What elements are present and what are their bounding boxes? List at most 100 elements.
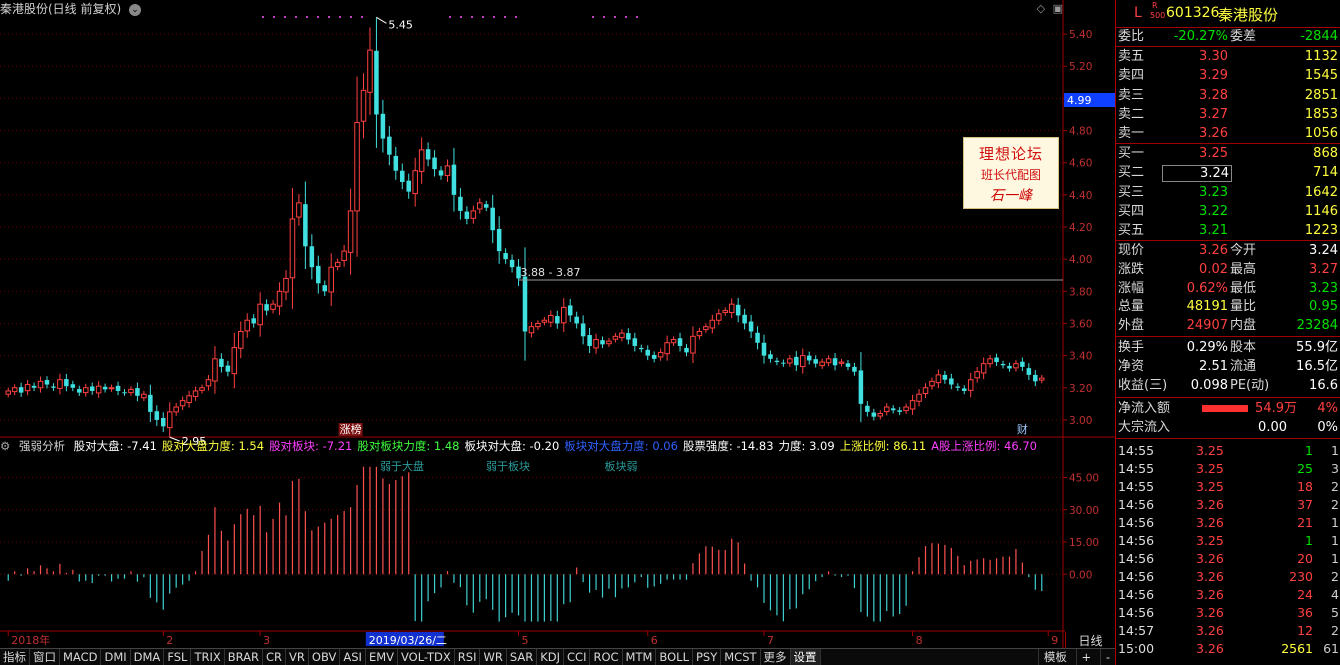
bid-row-0[interactable]: 买一 3.25 868 (1116, 145, 1340, 163)
toolbar-item-15[interactable]: WR (480, 649, 507, 665)
ask-row-3[interactable]: 卖二 3.27 1853 (1116, 106, 1340, 124)
toolbar-item-9[interactable]: VR (286, 649, 309, 665)
candle-body (141, 393, 147, 399)
ask-price: 3.28 (1199, 87, 1228, 103)
toolbar-item-11[interactable]: ASI (340, 649, 366, 665)
candle-body (929, 380, 935, 387)
ask-row-4[interactable]: 卖一 3.26 1056 (1116, 125, 1340, 143)
toolbar-item-0[interactable]: 指标 (0, 649, 30, 665)
toolbar-item-10[interactable]: OBV (309, 649, 341, 665)
toolbar-item-25[interactable]: 设置 (790, 649, 821, 665)
bid-row-2[interactable]: 买三 3.23 1642 (1116, 184, 1340, 202)
chevron-down-icon[interactable]: ⌄ (129, 3, 142, 16)
candle-body (949, 378, 954, 385)
candle-body (231, 347, 238, 375)
bid-row-1[interactable]: 买二 3.24 714 (1116, 164, 1340, 183)
candle-body (961, 388, 967, 391)
toolbar-item-14[interactable]: RSI (455, 649, 481, 665)
tick-time: 14:55 (1118, 479, 1155, 494)
ask-row-0[interactable]: 卖五 3.30 1132 (1116, 48, 1340, 66)
tick-row: 14:56 3.26 21 1 (1116, 514, 1340, 532)
bid-row-3[interactable]: 买四 3.22 1146 (1116, 203, 1340, 221)
candle-body (458, 196, 463, 211)
netflow-pct: 4% (1317, 401, 1338, 416)
toolbar-item-3[interactable]: DMI (101, 649, 131, 665)
candle-body (276, 290, 283, 307)
toolbar-item-4[interactable]: DMA (131, 649, 165, 665)
chart-area[interactable]: 3.00 3.20 3.40 3.60 3.80 4.00 4.20 4.40 4.60 4.80… (0, 0, 1115, 648)
fund-value: 16.5亿 (1296, 359, 1338, 374)
indicator-name[interactable]: 强弱分析 (19, 439, 65, 453)
toolbar-item-22[interactable]: PSY (693, 649, 722, 665)
toolbar-item-2[interactable]: MACD (60, 649, 102, 665)
candle-body (128, 388, 134, 394)
candle-body (18, 387, 24, 393)
high-arrow (376, 16, 387, 24)
tick-count: 4 (1331, 587, 1339, 602)
gear-icon[interactable]: ⚙ (0, 439, 10, 453)
tick-count: 1 (1331, 551, 1339, 566)
candle-body (37, 380, 44, 389)
maximize-icon[interactable]: ▣ (1053, 2, 1063, 15)
toolbar-item-20[interactable]: MTM (623, 649, 657, 665)
toolbar-item-12[interactable]: EMV (366, 649, 398, 665)
candle-body (251, 318, 256, 324)
y-tick-label: 3.60 (1069, 318, 1092, 330)
toolbar-item-5[interactable]: FSL (164, 649, 192, 665)
candle-body (289, 218, 296, 279)
candle-body (787, 358, 793, 364)
toolbar-item-6[interactable]: TRIX (191, 649, 225, 665)
ask-row-1[interactable]: 卖四 3.29 1545 (1116, 67, 1340, 85)
chart-title-bar: 秦港股份(日线 前复权) ⌄ (0, 0, 1065, 18)
candle-body (877, 412, 884, 417)
candle-body (541, 319, 548, 323)
candle-body (755, 332, 760, 343)
toolbar-item-23[interactable]: MCST (721, 649, 761, 665)
toolbar-item-16[interactable]: SAR (507, 649, 538, 665)
candle-body (166, 411, 173, 429)
stat-label: 总量 (1118, 299, 1145, 315)
candle-body (774, 360, 780, 363)
candle-body (11, 387, 18, 393)
y-tick-label: 3.80 (1069, 286, 1092, 298)
badge-l[interactable]: L (1134, 5, 1142, 21)
toolbar-item-8[interactable]: CR (263, 649, 287, 665)
tick-count: 2 (1331, 569, 1339, 584)
ask-row-2[interactable]: 卖三 3.28 2851 (1116, 87, 1340, 105)
candle-body (722, 310, 729, 314)
toolbar-item-19[interactable]: ROC (590, 649, 623, 665)
toolbar-item-7[interactable]: BRAR (225, 649, 264, 665)
toolbar-item-17[interactable]: KDJ (537, 649, 565, 665)
candle-body (102, 386, 108, 390)
diamond-icon[interactable]: ◇ (1037, 2, 1045, 15)
toolbar-item-18[interactable]: CCI (564, 649, 591, 665)
bid-volume: 1642 (1304, 184, 1338, 200)
weicha-value: -2844 (1300, 29, 1338, 44)
tick-row: 15:00 3.26 2561 61 (1116, 640, 1340, 658)
toolbar-item-24[interactable]: 更多 (761, 649, 791, 665)
period-label[interactable]: 日线 (1065, 632, 1115, 648)
bid-row-4[interactable]: 买五 3.21 1223 (1116, 222, 1340, 240)
zoom-out-button[interactable]: - (1099, 649, 1115, 665)
tick-price: 3.25 (1196, 461, 1224, 476)
toolbar-item-1[interactable]: 窗口 (30, 649, 60, 665)
indicator-toolbar: 指标 窗口 MACD DMI DMA FSL TRIX BRAR CR VR OBV ASI EMV VO… (0, 648, 1115, 665)
candle-body (186, 395, 192, 404)
candle-body (24, 384, 31, 392)
toolbar-item-13[interactable]: VOL-TDX (398, 649, 455, 665)
fund-value: 0.29% (1186, 340, 1228, 355)
tick-volume: 25 (1297, 461, 1313, 476)
indicator-value-1: 股对大盘力度: 1.54 (161, 439, 265, 453)
bid-price: 3.21 (1199, 223, 1228, 239)
candle-body (490, 207, 495, 231)
price-chart[interactable]: 3.00 3.20 3.40 3.60 3.80 4.00 4.20 4.40 4.60 4.80… (0, 0, 1115, 648)
toolbar-item-21[interactable]: BOLL (656, 649, 693, 665)
x-tick-label: 2018年 (11, 633, 50, 647)
ask-volume: 2851 (1304, 87, 1338, 103)
candle-body (916, 393, 922, 402)
zoom-in-button[interactable]: + (1075, 649, 1097, 665)
block-label: 大宗流入 (1118, 420, 1171, 435)
y-tick-label: 3.20 (1069, 383, 1092, 395)
template-button[interactable]: 模板 (1037, 649, 1072, 665)
candle-body (612, 335, 619, 340)
